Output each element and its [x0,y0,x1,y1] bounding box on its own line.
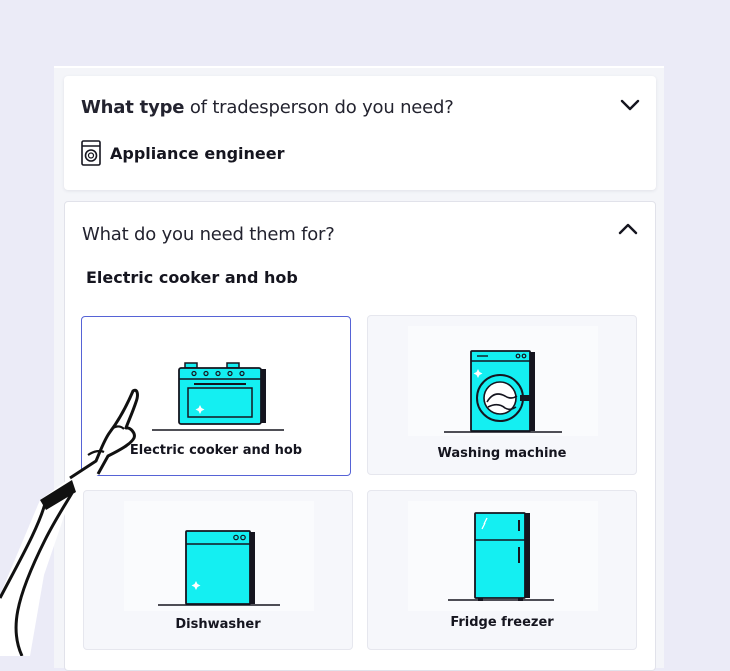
chevron-up-icon[interactable] [617,222,639,236]
tradesperson-question-bold: What type [81,97,185,118]
tradesperson-question: What type of tradesperson do you need? [81,97,454,118]
job-question: What do you need them for? [82,224,335,245]
tradesperson-question-rest: of tradesperson do you need? [184,97,454,118]
option-washing-machine[interactable]: Washing machine [367,315,637,475]
pointing-hand-illustration [0,388,139,656]
chevron-down-icon[interactable] [619,98,641,112]
option-label: Washing machine [437,446,567,461]
washing-machine-icon [81,140,101,166]
option-fridge-freezer[interactable]: Fridge freezer [367,490,637,650]
selected-tradesperson: Appliance engineer [81,140,285,166]
option-label: Fridge freezer [450,615,554,630]
tradesperson-type-card[interactable]: What type of tradesperson do you need? A… [64,76,656,190]
selected-job-summary: Electric cooker and hob [86,268,298,287]
selected-tradesperson-label: Appliance engineer [110,143,285,163]
